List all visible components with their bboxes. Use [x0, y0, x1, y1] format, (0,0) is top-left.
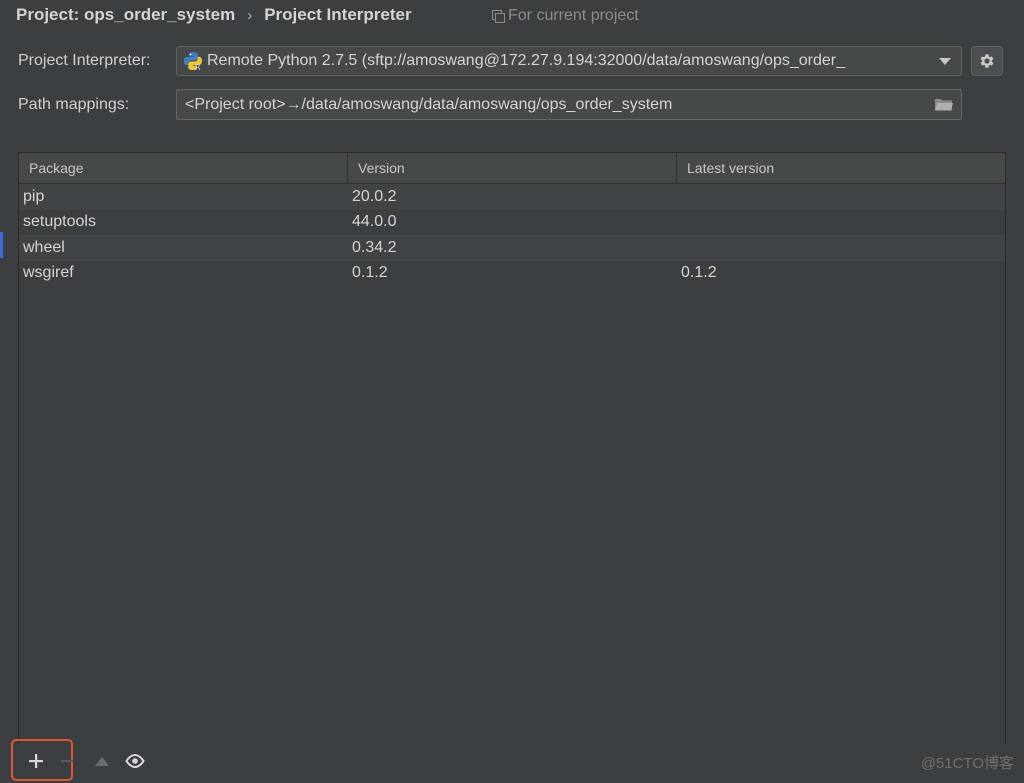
watermark: @51CTO博客	[920, 755, 1014, 772]
folder-icon[interactable]	[935, 98, 953, 111]
column-header-package[interactable]: Package	[19, 153, 348, 183]
column-header-version[interactable]: Version	[348, 153, 677, 183]
package-name: setuptools	[23, 213, 96, 231]
gear-icon	[980, 54, 994, 68]
packages-table: Package Version Latest version pip 20.0.…	[18, 152, 1006, 747]
package-latest-version: 0.1.2	[681, 264, 717, 282]
breadcrumb-separator: ›	[247, 6, 253, 24]
package-latest-version	[677, 184, 1005, 210]
package-name: pip	[23, 187, 45, 205]
package-toolbar	[0, 745, 1024, 783]
table-row[interactable]: pip 20.0.2	[19, 184, 1005, 210]
upgrade-icon	[95, 756, 109, 766]
remove-package-button[interactable]	[60, 750, 74, 772]
package-latest-version	[677, 210, 1005, 236]
chevron-down-icon[interactable]	[939, 57, 951, 65]
table-row[interactable]: wsgiref 0.1.2 0.1.2	[19, 261, 1005, 287]
package-name: wsgiref	[23, 264, 74, 282]
breadcrumb-project[interactable]: Project: ops_order_system	[16, 5, 235, 25]
interpreter-label: Project Interpreter:	[18, 52, 151, 69]
path-mappings-field[interactable]: <Project root>→/data/amoswang/data/amosw…	[176, 89, 962, 120]
interpreter-combobox[interactable]: R Remote Python 2.7.5 (sftp://amoswang@1…	[176, 46, 962, 76]
interpreter-value: Remote Python 2.7.5 (sftp://amoswang@172…	[207, 52, 845, 69]
path-mappings-label: Path mappings:	[18, 96, 130, 113]
package-version: 0.1.2	[352, 264, 388, 282]
add-package-button[interactable]	[26, 750, 46, 772]
upgrade-package-button[interactable]	[92, 752, 112, 770]
copy-icon	[492, 10, 505, 23]
show-early-releases-button[interactable]	[124, 751, 146, 771]
package-version: 20.0.2	[352, 187, 397, 205]
scope-label: For current project	[508, 7, 639, 24]
table-row[interactable]: wheel 0.34.2	[19, 235, 1005, 261]
left-accent-bar	[0, 232, 3, 258]
minus-icon	[61, 760, 73, 762]
plus-icon	[29, 754, 43, 768]
svg-text:R: R	[195, 63, 201, 71]
eye-icon	[125, 754, 145, 768]
breadcrumb-page-title: Project Interpreter	[264, 5, 412, 24]
table-header: Package Version Latest version	[19, 153, 1005, 184]
column-header-latest-version[interactable]: Latest version	[677, 153, 1005, 183]
path-mappings-value: <Project root>→/data/amoswang/data/amosw…	[185, 95, 673, 113]
breadcrumb: Project: ops_order_system › Project Inte…	[16, 0, 412, 30]
package-version: 0.34.2	[352, 238, 397, 256]
package-latest-version	[677, 235, 1005, 261]
interpreter-settings-button[interactable]	[971, 46, 1003, 76]
package-name: wheel	[23, 238, 65, 256]
package-version: 44.0.0	[352, 213, 397, 231]
scope-indicator: For current project	[492, 4, 639, 28]
table-row[interactable]: setuptools 44.0.0	[19, 210, 1005, 236]
python-interpreter-icon: R	[183, 51, 203, 71]
